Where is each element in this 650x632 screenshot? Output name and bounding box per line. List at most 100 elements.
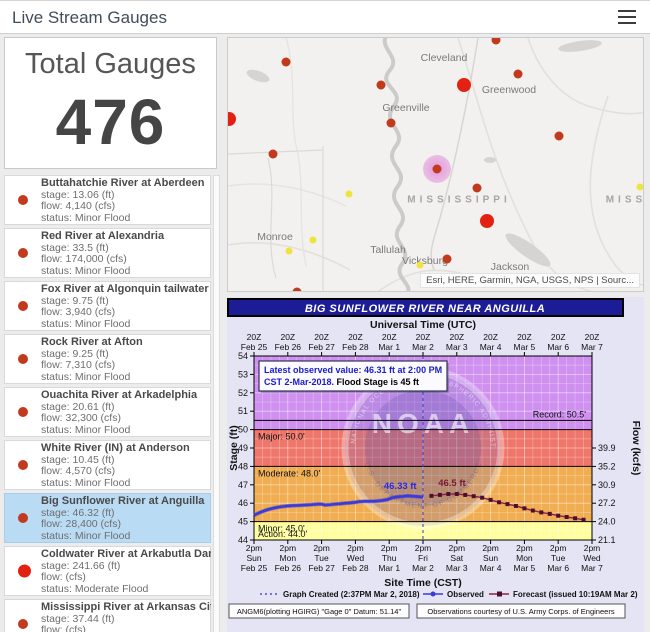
- svg-text:2pm: 2pm: [550, 543, 567, 553]
- svg-text:2pm: 2pm: [449, 543, 466, 553]
- svg-text:2pm: 2pm: [415, 543, 432, 553]
- gauge-flow: flow: (cfs): [41, 625, 209, 632]
- gauge-list-item[interactable]: White River (IN) at Andersonstage: 10.45…: [4, 440, 211, 490]
- svg-text:52: 52: [238, 388, 248, 398]
- svg-text:2pm: 2pm: [246, 543, 263, 553]
- svg-text:46.33 ft: 46.33 ft: [384, 481, 418, 492]
- map-canvas[interactable]: Esri, HERE, Garmin, NGA, USGS, NPS | Sou…: [227, 37, 644, 292]
- gauge-marker[interactable]: [555, 132, 564, 141]
- gauge-marker[interactable]: [269, 150, 278, 159]
- svg-text:Tue: Tue: [314, 553, 329, 563]
- svg-text:20Z: 20Z: [280, 332, 295, 342]
- svg-text:45: 45: [238, 517, 248, 527]
- svg-text:27.2: 27.2: [598, 498, 616, 508]
- svg-text:Feb 25: Feb 25: [241, 563, 268, 573]
- gauge-marker[interactable]: [457, 78, 471, 92]
- gauge-status-dot: [18, 619, 28, 629]
- gauge-marker[interactable]: [286, 248, 293, 255]
- svg-text:Wed: Wed: [583, 553, 601, 563]
- svg-text:Record: 50.5': Record: 50.5': [533, 409, 587, 419]
- gauge-list-item[interactable]: Red River at Alexandriastage: 33.5 (ft)f…: [4, 228, 211, 278]
- svg-text:Mar 3: Mar 3: [446, 563, 468, 573]
- gauge-marker[interactable]: [433, 165, 442, 174]
- gauge-marker[interactable]: [480, 214, 494, 228]
- hamburger-menu-icon[interactable]: [618, 10, 636, 28]
- gauge-list: Buttahatchie River at Aberdeenstage: 13.…: [4, 175, 211, 632]
- svg-text:Wed: Wed: [347, 553, 365, 563]
- gauge-list-item[interactable]: Rock River at Aftonstage: 9.25 (ft)flow:…: [4, 334, 211, 384]
- gauge-marker[interactable]: [514, 70, 523, 79]
- svg-text:Mar 6: Mar 6: [547, 563, 569, 573]
- svg-text:20Z: 20Z: [517, 332, 532, 342]
- gauge-marker[interactable]: [310, 237, 317, 244]
- app-header: Live Stream Gauges: [0, 1, 650, 34]
- svg-text:54: 54: [238, 351, 248, 361]
- svg-text:47: 47: [238, 480, 248, 490]
- gauge-list-scrollbar[interactable]: [213, 175, 220, 632]
- gauge-status-dot: [18, 354, 28, 364]
- gauge-marker[interactable]: [282, 58, 291, 67]
- svg-text:Mon: Mon: [280, 553, 297, 563]
- svg-text:Mar 4: Mar 4: [480, 342, 502, 352]
- svg-text:Moderate: 48.0': Moderate: 48.0': [258, 468, 321, 478]
- gauge-status: status: Minor Flood: [41, 266, 209, 278]
- svg-text:20Z: 20Z: [247, 332, 262, 342]
- svg-text:Mar 7: Mar 7: [581, 342, 603, 352]
- svg-text:CST 2-Mar-2018. Flood Stage is: CST 2-Mar-2018. Flood Stage is 45 ft: [264, 377, 419, 387]
- svg-text:Tue: Tue: [551, 553, 566, 563]
- svg-text:Forecast (issued 10:19AM Mar 2: Forecast (issued 10:19AM Mar 2): [513, 590, 638, 599]
- svg-text:Mar 6: Mar 6: [547, 342, 569, 352]
- svg-text:46.5 ft: 46.5 ft: [438, 478, 466, 489]
- gauge-marker[interactable]: [387, 119, 396, 128]
- page-title: Live Stream Gauges: [12, 8, 167, 28]
- gauge-status-dot: [18, 513, 28, 523]
- svg-text:2pm: 2pm: [584, 543, 601, 553]
- gauge-item-text: Rock River at Aftonstage: 9.25 (ft)flow:…: [41, 337, 209, 383]
- gauge-status-dot: [18, 195, 28, 205]
- gauge-list-item[interactable]: Coldwater River at Arkabutla Damstage: 2…: [4, 546, 211, 596]
- svg-text:Stage (ft): Stage (ft): [228, 425, 240, 471]
- svg-text:Thu: Thu: [382, 553, 397, 563]
- svg-text:21.1: 21.1: [598, 535, 616, 545]
- svg-text:Universal Time (UTC): Universal Time (UTC): [370, 319, 476, 331]
- gauge-status-dot: [18, 407, 28, 417]
- svg-text:Mar 2: Mar 2: [412, 563, 434, 573]
- hydrograph-chart: BIG SUNFLOWER RIVER NEAR ANGUILLAUnivers…: [227, 297, 644, 632]
- gauge-marker[interactable]: [377, 81, 386, 90]
- gauge-status: status: Moderate Flood: [41, 584, 209, 596]
- hydrograph-panel: BIG SUNFLOWER RIVER NEAR ANGUILLAUnivers…: [227, 297, 644, 632]
- gauge-item-text: Big Sunflower River at Anguillastage: 46…: [41, 496, 209, 542]
- svg-text:Latest observed value: 46.31 f: Latest observed value: 46.31 ft at 2:00 …: [264, 365, 442, 375]
- gauge-item-text: Ouachita River at Arkadelphiastage: 20.6…: [41, 390, 209, 436]
- svg-text:2pm: 2pm: [347, 543, 364, 553]
- svg-text:Site Time (CST): Site Time (CST): [384, 577, 461, 589]
- gauge-list-item[interactable]: Mississippi River at Arkansas Citystage:…: [4, 599, 211, 632]
- gauge-marker[interactable]: [443, 255, 452, 264]
- gauge-item-text: Fox River at Algonquin tailwaterstage: 9…: [41, 284, 209, 330]
- gauge-marker[interactable]: [473, 184, 482, 193]
- svg-text:Mar 7: Mar 7: [581, 563, 603, 573]
- gauge-item-text: Coldwater River at Arkabutla Damstage: 2…: [41, 549, 209, 595]
- gauge-status: status: Minor Flood: [41, 319, 209, 331]
- gauge-list-item[interactable]: Fox River at Algonquin tailwaterstage: 9…: [4, 281, 211, 331]
- svg-text:2pm: 2pm: [381, 543, 398, 553]
- gauge-list-item[interactable]: Buttahatchie River at Aberdeenstage: 13.…: [4, 175, 211, 225]
- gauge-marker[interactable]: [346, 191, 353, 198]
- svg-text:Mar 1: Mar 1: [378, 563, 400, 573]
- svg-text:46: 46: [238, 498, 248, 508]
- gauge-item-text: Buttahatchie River at Aberdeenstage: 13.…: [41, 178, 209, 224]
- gauge-status: status: Minor Flood: [41, 531, 209, 543]
- svg-text:Mar 5: Mar 5: [514, 342, 536, 352]
- svg-text:20Z: 20Z: [585, 332, 600, 342]
- gauge-status-dot: [18, 248, 28, 258]
- svg-text:Feb 26: Feb 26: [275, 563, 302, 573]
- gauge-list-item[interactable]: Big Sunflower River at Anguillastage: 46…: [4, 493, 211, 543]
- gauge-status-dot: [18, 301, 28, 311]
- svg-text:Feb 26: Feb 26: [275, 342, 302, 352]
- gauge-item-text: Red River at Alexandriastage: 33.5 (ft)f…: [41, 231, 209, 277]
- gauge-marker[interactable]: [637, 184, 644, 191]
- gauge-list-item[interactable]: Ouachita River at Arkadelphiastage: 20.6…: [4, 387, 211, 437]
- svg-text:2pm: 2pm: [280, 543, 297, 553]
- gauge-marker[interactable]: [293, 288, 302, 293]
- gauge-marker[interactable]: [417, 262, 424, 269]
